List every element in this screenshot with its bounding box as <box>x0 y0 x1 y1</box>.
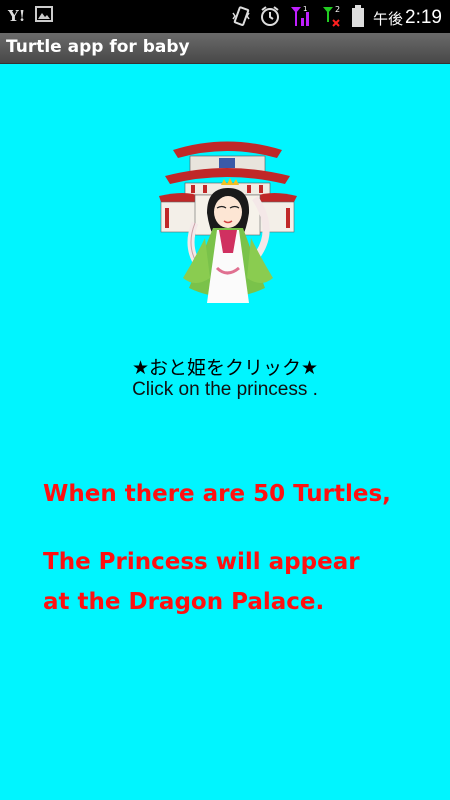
instruction-english: Click on the princess . <box>132 379 318 400</box>
status-bar-right: 1 2 午後 2:19 <box>231 4 442 32</box>
princess-image[interactable] <box>155 128 300 308</box>
signal-2-icon: 2 <box>321 4 343 32</box>
battery-icon <box>351 4 365 32</box>
signal-icon: 1 <box>289 4 313 32</box>
image-icon <box>35 6 54 26</box>
message-line-2: The Princess will appear <box>43 549 360 575</box>
clock: 2:19 <box>405 7 442 28</box>
alarm-icon <box>259 5 281 31</box>
vibrate-icon <box>231 5 251 31</box>
status-bar: Y! 1 2 午後 2:19 <box>0 0 450 33</box>
status-bar-left: Y! <box>8 6 54 26</box>
svg-text:2: 2 <box>335 5 340 14</box>
instruction-japanese: ★おと姫をクリック★ <box>131 357 319 379</box>
message-line-3: at the Dragon Palace. <box>43 589 325 615</box>
svg-text:1: 1 <box>303 5 307 13</box>
message-line-1: When there are 50 Turtles, <box>43 481 391 507</box>
app-title-bar: Turtle app for baby <box>0 33 450 64</box>
time-prefix: 午後 <box>373 9 404 28</box>
app-title: Turtle app for baby <box>6 37 190 57</box>
yahoo-icon: Y! <box>8 7 26 25</box>
